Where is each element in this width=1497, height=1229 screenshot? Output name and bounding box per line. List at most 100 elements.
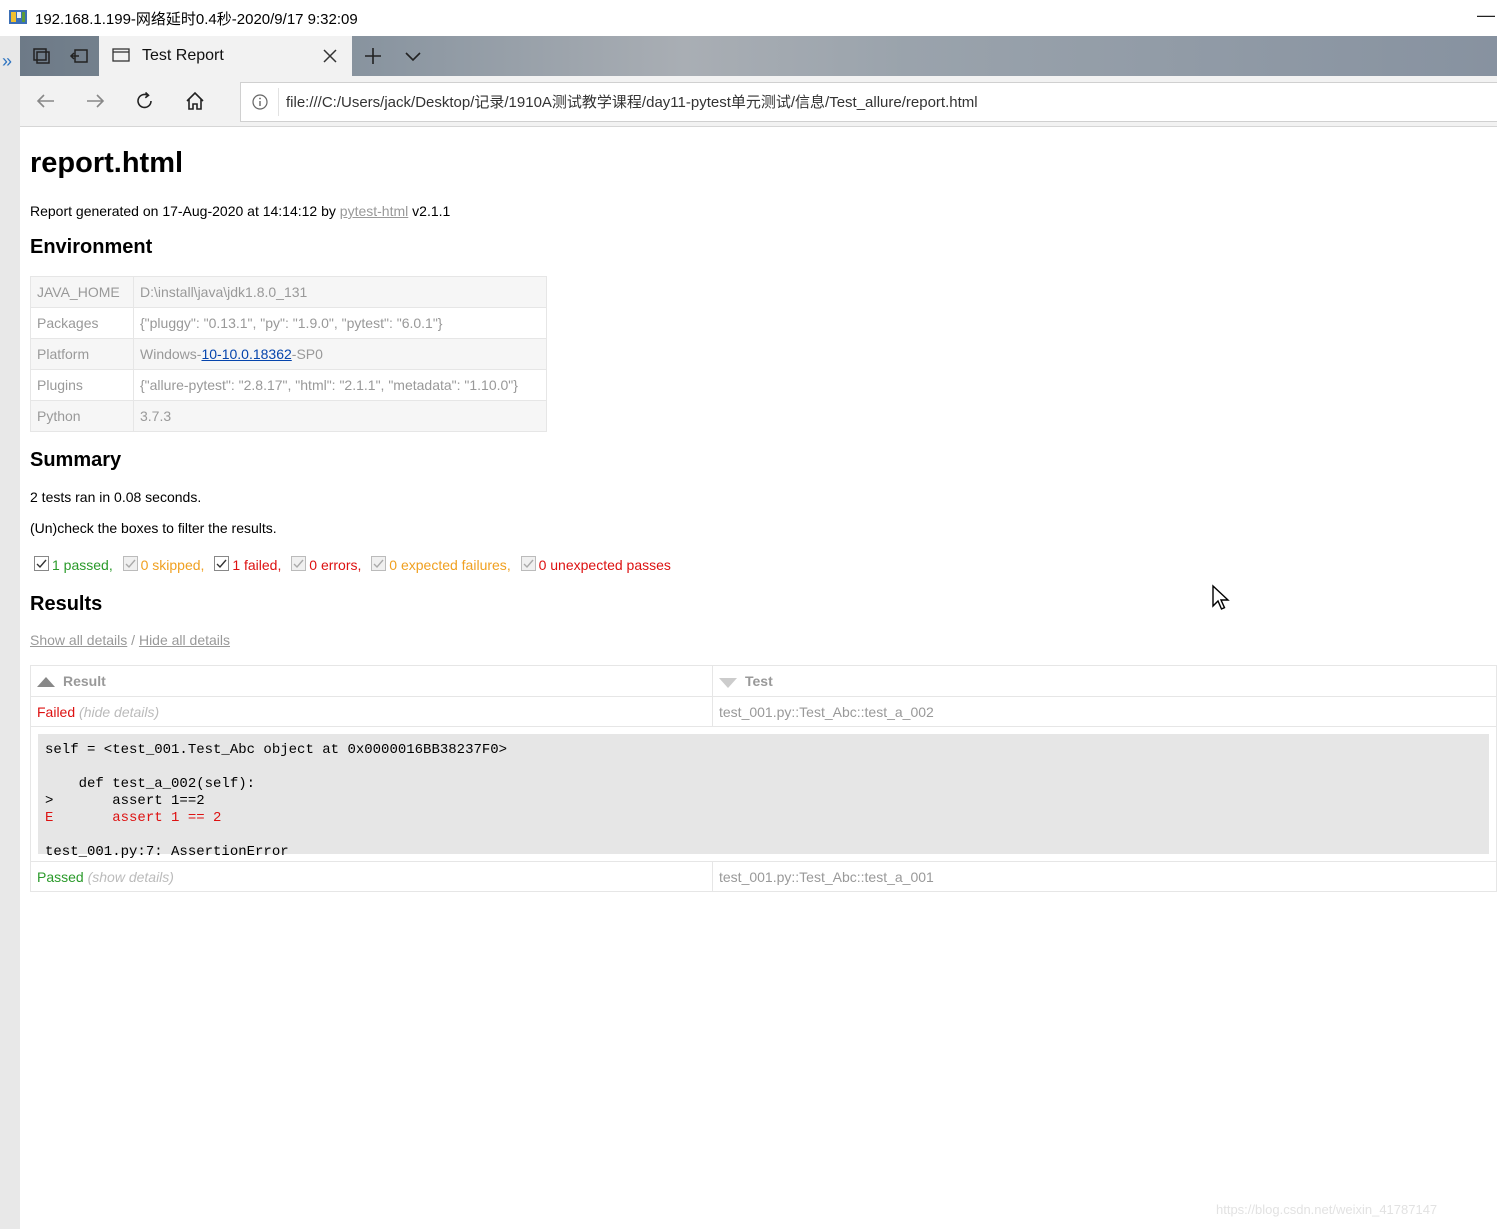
filter-label: 1 passed — [52, 557, 109, 573]
env-key: JAVA_HOME — [30, 276, 134, 308]
results-heading: Results — [30, 593, 103, 615]
generated-prefix: Report generated on 17-Aug-2020 at 14:14… — [30, 203, 340, 219]
expand-panel-icon[interactable]: » — [2, 52, 12, 70]
minimize-button[interactable]: — — [1476, 4, 1496, 26]
browser-tab-strip: Test Report — [20, 36, 1497, 76]
filter-failed[interactable]: 1 failed, — [214, 556, 281, 573]
pytest-html-link[interactable]: pytest-html — [340, 203, 408, 219]
remote-window-titlebar: 192.168.1.199-网络延时0.4秒-2020/9/17 9:32:09… — [0, 0, 1497, 36]
result-cell[interactable]: Failed (hide details) — [30, 696, 713, 727]
filter-checkbox[interactable] — [214, 556, 230, 571]
sort-descending-icon — [719, 678, 737, 688]
log-blank — [45, 759, 1482, 776]
result-filters: 1 passed, 0 skipped, 1 failed, 0 errors,… — [34, 556, 677, 573]
page-title: report.html — [30, 147, 184, 179]
browser-nav-bar: file:///C:/Users/jack/Desktop/记录/1910A测试… — [20, 76, 1497, 127]
links-divider: / — [127, 632, 139, 648]
env-value: {"pluggy": "0.13.1", "py": "1.9.0", "pyt… — [133, 307, 547, 339]
watermark: https://blog.csdn.net/weixin_41787147 — [1216, 1202, 1438, 1217]
environment-heading: Environment — [30, 236, 153, 258]
detail-row: self = <test_001.Test_Abc object at 0x00… — [30, 726, 1497, 862]
filter-label: 0 skipped — [140, 557, 201, 573]
summary-hint-text: (Un)check the boxes to filter the result… — [30, 520, 277, 536]
table-row[interactable]: Passed (show details) test_001.py::Test_… — [30, 861, 1497, 892]
filter-separator: , — [357, 557, 362, 573]
tab-manager-icon[interactable] — [28, 44, 54, 68]
filter-skipped[interactable]: 0 skipped, — [122, 556, 205, 573]
result-cell[interactable]: Passed (show details) — [30, 861, 713, 892]
env-key: Python — [30, 400, 134, 432]
home-icon[interactable] — [183, 89, 207, 113]
window-title: 192.168.1.199-网络延时0.4秒-2020/9/17 9:32:09 — [35, 11, 358, 28]
remote-desktop-icon — [8, 8, 28, 26]
detail-cell: self = <test_001.Test_Abc object at 0x00… — [30, 726, 1497, 862]
tab-label: Test Report — [142, 47, 224, 64]
log-error-line: E assert 1 == 2 — [45, 810, 222, 826]
log-line: > assert 1==2 — [45, 793, 205, 809]
address-separator — [278, 88, 279, 116]
test-name-cell: test_001.py::Test_Abc::test_a_002 — [712, 696, 1497, 727]
test-column-label: Test — [745, 673, 773, 689]
summary-ran-text: 2 tests ran in 0.08 seconds. — [30, 489, 202, 505]
filter-checkbox[interactable] — [520, 556, 536, 571]
show-details-toggle[interactable]: (show details) — [88, 869, 174, 885]
result-column-header[interactable]: Result — [30, 665, 713, 697]
filter-separator: , — [277, 557, 282, 573]
filter-unexpected-passes[interactable]: 0 unexpected passes — [520, 556, 671, 573]
mouse-cursor-icon — [1211, 584, 1231, 612]
hide-all-details-link[interactable]: Hide all details — [139, 632, 230, 648]
close-tab-icon[interactable] — [321, 47, 339, 65]
filter-checkbox[interactable] — [291, 556, 307, 571]
filter-expected-failures[interactable]: 0 expected failures, — [371, 556, 511, 573]
filter-checkbox[interactable] — [34, 556, 49, 571]
log-line: test_001.py:7: AssertionError — [45, 844, 289, 860]
filter-checkbox[interactable] — [122, 556, 138, 571]
env-row: Python 3.7.3 — [30, 400, 547, 432]
filter-passed[interactable]: 1 passed, — [34, 556, 113, 573]
summary-heading: Summary — [30, 449, 122, 471]
back-arrow-icon[interactable] — [34, 89, 58, 113]
filter-separator: , — [108, 557, 113, 573]
results-table: Result Test Failed (hide details) test_0… — [30, 665, 1497, 892]
filter-label: 0 errors — [309, 557, 358, 573]
test-name-cell: test_001.py::Test_Abc::test_a_001 — [712, 861, 1497, 892]
env-value: Windows-10-10.0.18362-SP0 — [133, 338, 547, 370]
filter-label: 0 expected failures — [389, 557, 507, 573]
hide-details-toggle[interactable]: (hide details) — [79, 704, 159, 720]
environment-table: JAVA_HOME D:\install\java\jdk1.8.0_131 P… — [30, 276, 547, 432]
chevron-down-icon[interactable] — [400, 44, 426, 68]
filter-errors[interactable]: 0 errors, — [291, 556, 361, 573]
results-header-row: Result Test — [30, 665, 1497, 697]
detail-links: Show all details / Hide all details — [30, 632, 230, 648]
filter-checkbox[interactable] — [371, 556, 387, 571]
info-icon[interactable] — [251, 93, 269, 111]
show-all-details-link[interactable]: Show all details — [30, 632, 127, 648]
status-failed: Failed — [37, 703, 76, 720]
filter-label: 0 unexpected passes — [538, 557, 671, 573]
status-passed: Passed — [37, 868, 84, 885]
platform-prefix: Windows- — [140, 346, 202, 362]
env-row: Plugins {"allure-pytest": "2.8.17", "htm… — [30, 369, 547, 401]
generated-suffix: v2.1.1 — [408, 203, 451, 219]
table-row[interactable]: Failed (hide details) test_001.py::Test_… — [30, 696, 1497, 727]
result-column-label: Result — [63, 673, 106, 689]
test-column-header[interactable]: Test — [712, 665, 1497, 697]
filter-separator: , — [200, 557, 205, 573]
env-key: Plugins — [30, 369, 134, 401]
forward-arrow-icon[interactable] — [83, 89, 107, 113]
page-icon — [112, 48, 130, 62]
log-blank — [45, 827, 1482, 844]
address-bar[interactable]: file:///C:/Users/jack/Desktop/记录/1910A测试… — [240, 82, 1497, 122]
report-page: report.html Report generated on 17-Aug-2… — [20, 127, 1497, 1229]
new-tab-icon[interactable] — [360, 44, 386, 68]
env-row: Packages {"pluggy": "0.13.1", "py": "1.9… — [30, 307, 547, 339]
url-text[interactable]: file:///C:/Users/jack/Desktop/记录/1910A测试… — [286, 91, 978, 112]
tab-test-report[interactable]: Test Report — [99, 36, 352, 76]
log-line: def test_a_002(self): — [45, 776, 256, 792]
filter-label: 1 failed — [232, 557, 278, 573]
log-line: self = <test_001.Test_Abc object at 0x00… — [45, 742, 508, 758]
set-tabs-aside-icon[interactable] — [67, 44, 93, 68]
refresh-icon[interactable] — [133, 89, 157, 113]
platform-version-link[interactable]: 10-10.0.18362 — [201, 346, 291, 362]
sort-ascending-icon — [37, 677, 55, 687]
